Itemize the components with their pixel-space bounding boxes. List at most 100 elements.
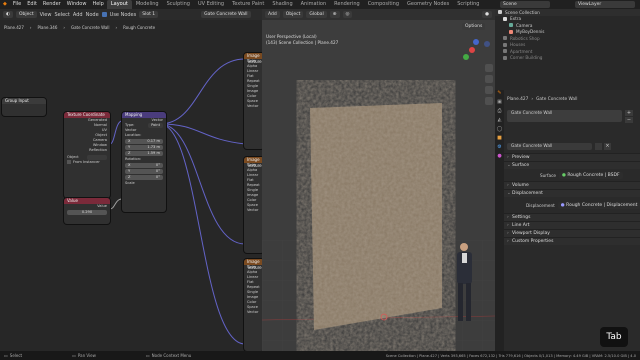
object-menu[interactable]: Object [282,11,304,18]
vector-dot-icon: ● [560,202,565,208]
viewport-header: Add Object Global ⊕ ◎ ● [262,9,495,20]
snap-icon[interactable]: ⊕ [329,11,340,18]
top-bar: ◆ File Edit Render Window Help Layout Mo… [0,0,640,9]
output-tab-icon[interactable]: ⎙ [495,108,504,117]
status-select: Select [9,353,23,358]
outliner-item-corner-building[interactable]: Corner Building [495,55,640,62]
blender-logo-icon[interactable]: ◆ [0,0,10,9]
mouse-right-icon: ▭ [145,353,150,358]
menu-window[interactable]: Window [64,0,90,9]
proportional-icon[interactable]: ◎ [342,11,353,18]
object-tab-icon[interactable]: ■ [495,135,504,144]
scene-selector[interactable]: Scene [500,1,550,8]
texture-coordinate-node[interactable]: Texture Coordinate Generated Normal UV O… [64,112,110,198]
socket-label: Color Space [247,300,258,309]
add-menu[interactable]: Add [265,11,280,18]
socket-label: Single Image [247,84,259,93]
zoom-icon[interactable] [485,64,493,72]
panel-custom-properties[interactable]: Custom Properties [504,237,640,246]
surface-row: Surface ● Rough Concrete | BSDF [504,169,640,181]
workspace-tab-uv[interactable]: UV Editing [194,0,228,9]
shader-dot-icon: ● [561,172,566,178]
location-x-field[interactable]: X 0.17 m [125,139,163,144]
value-node[interactable]: Value Value 0.290 [64,198,110,224]
workspace-tab-texture[interactable]: Texture Paint [228,0,268,9]
shading-solid-icon[interactable]: ● [482,11,492,18]
remove-slot-button[interactable]: − [625,117,633,123]
modifier-tab-icon[interactable]: ⚙ [495,144,504,153]
type-dropdown[interactable]: Point [148,123,163,128]
workspace-tab-scripting[interactable]: Scripting [453,0,483,9]
socket-label: Value [97,204,107,208]
mouse-left-icon: ▭ [4,353,8,358]
image-texture-node[interactable]: Image Texture Color Alpha Linear Flat Re… [244,157,264,253]
menu-edit[interactable]: Edit [24,0,40,9]
panel-line-art[interactable]: Line Art [504,221,640,230]
rotation-z-field[interactable]: Z 0° [125,175,163,180]
panel-displacement[interactable]: Displacement [504,189,640,198]
node-editor[interactable]: ◐ Object View Select Add Node Use Nodes … [0,9,264,351]
displacement-field[interactable]: ● Rough Concrete | Displacement [557,201,640,209]
panel-settings[interactable]: Settings [504,213,640,222]
render-tab-icon[interactable]: ▣ [495,99,504,108]
workspace-tab-sculpting[interactable]: Sculpting [163,0,194,9]
workspace-tab-compositing[interactable]: Compositing [364,0,403,9]
image-texture-node[interactable]: Image Texture Color Alpha Linear Flat Re… [244,53,264,149]
viewport-scene [262,39,495,351]
panel-preview[interactable]: Preview [504,153,640,162]
orientation-select[interactable]: Global [306,11,327,18]
outliner[interactable]: Scene Collection Extra Camera MyBoyDenni… [495,9,640,90]
panel-volume[interactable]: Volume [504,181,640,190]
status-pan: Pan View [77,353,96,358]
material-tab-icon[interactable]: ● [495,153,504,162]
workspace-tab-rendering[interactable]: Rendering [330,0,364,9]
group-input-node[interactable]: Group Input [2,98,46,116]
world-tab-icon[interactable]: ◯ [495,126,504,135]
workspace-tab-layout[interactable]: Layout [106,0,132,9]
socket-label: Vector [247,104,259,108]
properties-editor[interactable]: ✎ ▣ ⎙ ◭ ◯ ■ ⚙ ● Plane.427 › Gate Concrete… [495,90,640,351]
add-slot-button[interactable]: + [625,110,633,116]
panel-viewport-display[interactable]: Viewport Display [504,229,640,238]
material-datablock-field[interactable]: Gate Concrete Wall [507,143,592,150]
panel-surface[interactable]: Surface [504,161,640,170]
workspace-tab-modeling[interactable]: Modeling [132,0,163,9]
material-slot-list[interactable]: Gate Concrete Wall [507,110,622,122]
node-title: Group Input [2,98,46,104]
gizmo-y-axis-icon [463,54,469,60]
image-texture-node[interactable]: Image Texture Color Alpha Linear Flat Re… [244,259,264,351]
navigation-gizmo[interactable] [463,39,490,60]
camera-view-icon[interactable] [485,86,493,94]
location-z-field[interactable]: Z 1.59 m [125,151,163,156]
value-field[interactable]: 0.290 [67,210,107,215]
armature-icon [509,29,513,34]
status-context: Node Context Menu [151,353,192,358]
menu-help[interactable]: Help [89,0,106,9]
socket-label: Color Space [247,198,258,207]
workspace-tab-animation[interactable]: Animation [297,0,331,9]
pan-icon[interactable] [485,75,493,83]
material-panels: Preview Surface Surface ● Rough Concrete… [504,153,640,246]
rotation-y-field[interactable]: Y 0° [125,169,163,174]
concrete-wall-texture [310,103,442,330]
status-stats: Scene Collection | Plane.427 | Verts 393… [385,353,636,358]
tool-tab-icon[interactable]: ✎ [495,90,504,99]
location-y-field[interactable]: Y 1.73 m [125,145,163,150]
workspace-tab-shading[interactable]: Shading [268,0,296,9]
workspace-tab-geonodes[interactable]: Geometry Nodes [403,0,453,9]
rotation-label: Rotation: [125,157,142,161]
3d-viewport[interactable]: Add Object Global ⊕ ◎ ● Options User Per… [262,9,495,351]
menu-file[interactable]: File [10,0,24,9]
menu-render[interactable]: Render [40,0,64,9]
rotation-x-field[interactable]: X 0° [125,163,163,168]
material-slot-item[interactable]: Gate Concrete Wall [511,111,552,116]
unlink-material-icon[interactable]: × [604,143,611,150]
from-instancer-checkbox[interactable] [67,160,71,164]
viewlayer-selector[interactable]: ViewLayer [575,1,635,8]
scene-tab-icon[interactable]: ◭ [495,117,504,126]
ortho-toggle-icon[interactable] [485,97,493,105]
from-instancer-label: From Instancer [73,160,100,164]
mapping-node[interactable]: Mapping Vector Type: Point Vector Locatio… [122,112,166,212]
surface-shader-field[interactable]: ● Rough Concrete | BSDF [558,171,623,179]
duplicate-material-icon[interactable] [595,143,602,150]
